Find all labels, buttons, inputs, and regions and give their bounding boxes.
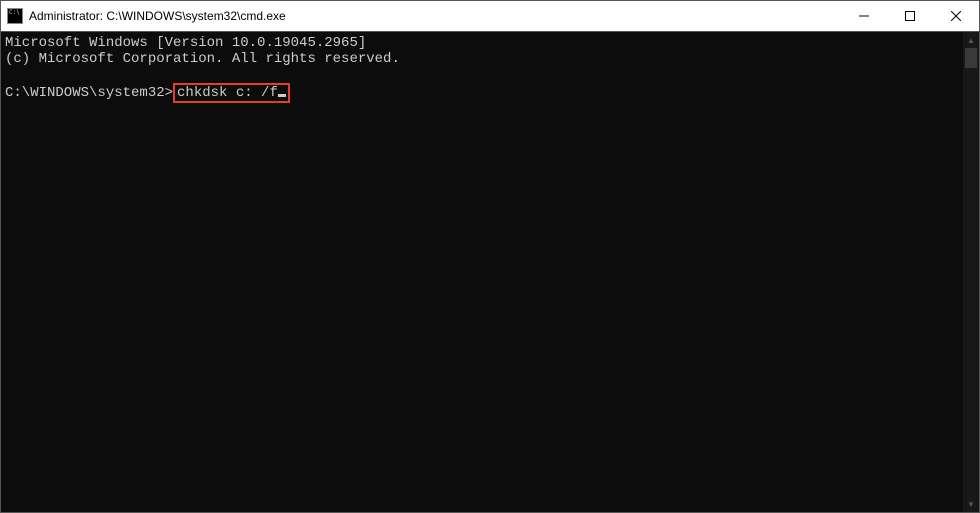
cmd-icon bbox=[7, 8, 23, 24]
cmd-window: Administrator: C:\WINDOWS\system32\cmd.e… bbox=[0, 0, 980, 513]
prompt: C:\WINDOWS\system32> bbox=[5, 85, 173, 101]
minimize-icon bbox=[859, 11, 869, 21]
console-content[interactable]: Microsoft Windows [Version 10.0.19045.29… bbox=[1, 32, 963, 512]
window-title: Administrator: C:\WINDOWS\system32\cmd.e… bbox=[29, 9, 286, 23]
titlebar[interactable]: Administrator: C:\WINDOWS\system32\cmd.e… bbox=[1, 1, 979, 31]
command-text: chkdsk c: /f bbox=[177, 85, 278, 101]
minimize-button[interactable] bbox=[841, 1, 887, 31]
cursor bbox=[278, 94, 286, 97]
maximize-button[interactable] bbox=[887, 1, 933, 31]
command-highlight: chkdsk c: /f bbox=[173, 83, 290, 103]
maximize-icon bbox=[905, 11, 915, 21]
version-line: Microsoft Windows [Version 10.0.19045.29… bbox=[5, 35, 366, 51]
scroll-down-arrow[interactable]: ▼ bbox=[963, 496, 979, 512]
scrollbar[interactable]: ▲ ▼ bbox=[963, 32, 979, 512]
close-icon bbox=[951, 11, 961, 21]
close-button[interactable] bbox=[933, 1, 979, 31]
window-controls bbox=[841, 1, 979, 31]
copyright-line: (c) Microsoft Corporation. All rights re… bbox=[5, 51, 400, 67]
scroll-thumb[interactable] bbox=[965, 48, 977, 68]
scroll-up-arrow[interactable]: ▲ bbox=[963, 32, 979, 48]
console-body: Microsoft Windows [Version 10.0.19045.29… bbox=[1, 31, 979, 512]
